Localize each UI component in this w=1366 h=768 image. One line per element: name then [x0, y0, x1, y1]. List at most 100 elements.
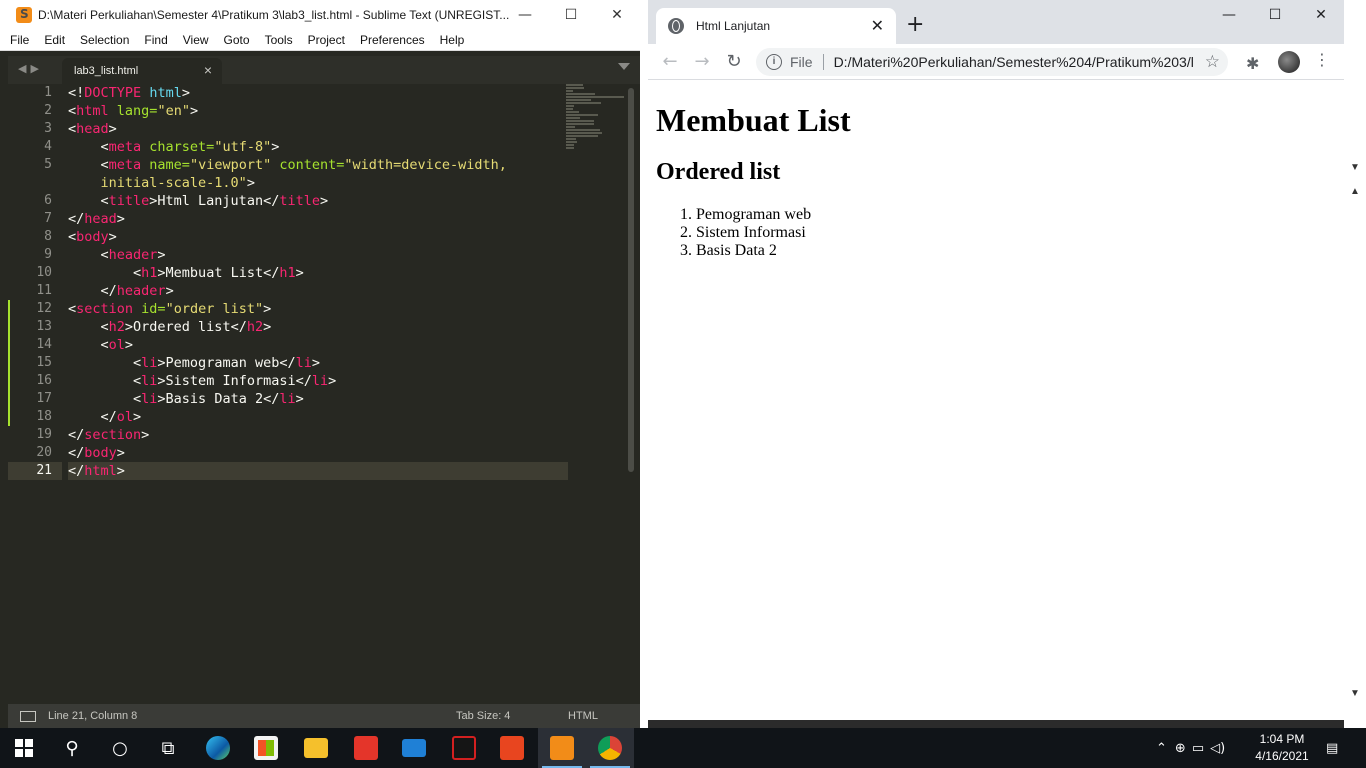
- menu-view[interactable]: View: [181, 33, 209, 47]
- info-icon[interactable]: i: [766, 54, 782, 70]
- syntax-mode[interactable]: HTML: [568, 710, 598, 722]
- clock-time: 1:04 PM: [1259, 732, 1305, 746]
- line-number: 16: [8, 372, 62, 390]
- menu-selection[interactable]: Selection: [78, 33, 129, 47]
- menu-find[interactable]: Find: [142, 33, 167, 47]
- more-menu-icon[interactable]: ⋮: [1314, 50, 1330, 69]
- page-content: Membuat List Ordered list Pemograman web…: [648, 80, 1344, 720]
- code-line: <ol>: [68, 337, 134, 353]
- sublime-text-icon: [16, 7, 32, 23]
- search-button[interactable]: ⚲: [48, 728, 96, 768]
- code-line: <html lang="en">: [68, 103, 199, 119]
- taskbar-gift-app[interactable]: [342, 728, 390, 768]
- browser-tab[interactable]: Html Lanjutan ✕: [656, 8, 896, 44]
- menu-file[interactable]: File: [8, 33, 29, 47]
- code-line: </head>: [68, 211, 125, 227]
- panel-toggle-icon[interactable]: [20, 710, 36, 722]
- line-number: 13: [8, 318, 62, 336]
- taskbar-edge[interactable]: [194, 728, 242, 768]
- taskbar-clock[interactable]: 1:04 PM 4/16/2021: [1246, 731, 1318, 765]
- volume-icon[interactable]: ◁): [1210, 741, 1225, 756]
- code-line: <title>Html Lanjutan</title>: [68, 193, 329, 209]
- minimap-line: [566, 126, 575, 128]
- code-line: </html>: [68, 462, 568, 480]
- line-number: 5: [44, 157, 52, 172]
- pdf-app-icon: [500, 736, 524, 760]
- list-item: Basis Data 2: [696, 242, 1344, 260]
- forward-arrow-icon[interactable]: →: [690, 50, 714, 74]
- tab-dropdown-icon[interactable]: [618, 63, 630, 70]
- show-hidden-icons-icon[interactable]: ⌃: [1156, 741, 1167, 756]
- tab-size[interactable]: Tab Size: 4: [456, 710, 510, 722]
- code-editor[interactable]: 1 2 3 4 5 6 7 8 9 10 11 12 13 14 15 16 1…: [8, 84, 638, 704]
- line-number: 11: [36, 283, 52, 298]
- menu-project[interactable]: Project: [306, 33, 345, 47]
- network-globe-icon[interactable]: ⊕: [1175, 741, 1186, 756]
- line-number: 6: [44, 193, 52, 208]
- url-scheme-label: File: [790, 54, 813, 70]
- action-center-button[interactable]: ▤: [1326, 728, 1338, 768]
- minimap[interactable]: [566, 84, 626, 149]
- bookmark-star-icon[interactable]: ☆: [1205, 52, 1220, 72]
- address-bar[interactable]: i File D:/Materi%20Perkuliahan/Semester%…: [756, 48, 1228, 76]
- tab-close-icon[interactable]: ✕: [871, 16, 884, 36]
- back-arrow-icon[interactable]: ←: [658, 50, 682, 74]
- taskbar-mail[interactable]: [390, 728, 438, 768]
- line-number: 17: [8, 390, 62, 408]
- profile-avatar[interactable]: [1278, 51, 1300, 73]
- line-number: [8, 174, 62, 192]
- taskbar-explorer[interactable]: [292, 728, 340, 768]
- list-item: Pemograman web: [696, 206, 1344, 224]
- sublime-text-icon: [550, 736, 574, 760]
- editor-scrollbar[interactable]: [628, 88, 634, 472]
- menu-preferences[interactable]: Preferences: [358, 33, 425, 47]
- url-text[interactable]: D:/Materi%20Perkuliahan/Semester%204/Pra…: [834, 54, 1194, 70]
- sublime-menubar: File Edit Selection Find View Goto Tools…: [0, 30, 640, 51]
- scroll-down-arrow-icon: ▼: [1350, 688, 1360, 699]
- extensions-puzzle-icon[interactable]: ✱: [1246, 54, 1259, 73]
- menu-help[interactable]: Help: [438, 33, 465, 47]
- tab-lab3-list[interactable]: lab3_list.html ×: [62, 58, 222, 84]
- cortana-button[interactable]: ○: [96, 728, 144, 768]
- page-heading: Membuat List: [656, 102, 851, 138]
- close-button[interactable]: ✕: [1298, 0, 1344, 30]
- tab-close-icon[interactable]: ×: [204, 62, 212, 78]
- minimap-line: [566, 87, 584, 89]
- battery-icon[interactable]: ▭: [1192, 741, 1204, 756]
- menu-edit[interactable]: Edit: [42, 33, 65, 47]
- taskbar-game-app[interactable]: [440, 728, 488, 768]
- task-view-button[interactable]: ⧉: [144, 728, 192, 768]
- minimize-button[interactable]: —: [1206, 0, 1252, 30]
- globe-icon: [668, 18, 684, 34]
- reload-icon[interactable]: ↻: [722, 50, 746, 74]
- minimap-line: [566, 99, 591, 101]
- new-tab-button[interactable]: +: [906, 12, 924, 37]
- minimap-line: [566, 138, 576, 140]
- taskbar-pdf-app[interactable]: [488, 728, 536, 768]
- taskbar-chrome[interactable]: [586, 728, 634, 768]
- maximize-button[interactable]: ☐: [1252, 0, 1298, 30]
- browser-tab-title: Html Lanjutan: [696, 19, 771, 33]
- code-line: </ol>: [68, 409, 142, 425]
- code-line: initial-scale-1.0">: [68, 175, 255, 191]
- line-number: 10: [36, 265, 52, 280]
- taskbar-sublime[interactable]: [538, 728, 586, 768]
- cursor-position: Line 21, Column 8: [48, 710, 138, 722]
- edge-icon: [206, 736, 230, 760]
- minimap-line: [566, 102, 601, 104]
- tab-nav-arrows-icon[interactable]: ◀▶: [18, 62, 43, 75]
- line-number: 3: [44, 121, 52, 136]
- close-button[interactable]: ✕: [594, 0, 640, 30]
- minimize-button[interactable]: —: [502, 0, 548, 30]
- menu-tools[interactable]: Tools: [263, 33, 293, 47]
- sublime-titlebar[interactable]: D:\Materi Perkuliahan\Semester 4\Pratiku…: [0, 0, 640, 30]
- background-window-right-edge: ▼ ▲ ▼: [1344, 0, 1366, 728]
- menu-goto[interactable]: Goto: [222, 33, 250, 47]
- code-line: <meta name="viewport" content="width=dev…: [68, 157, 507, 173]
- start-button[interactable]: [0, 728, 48, 768]
- line-number-gutter: 1 2 3 4 5 6 7 8 9 10 11 12 13 14 15 16 1…: [8, 84, 62, 704]
- taskbar-store[interactable]: [242, 728, 290, 768]
- chrome-tabstrip: Html Lanjutan ✕ + — ☐ ✕: [648, 0, 1344, 44]
- sublime-statusbar: Line 21, Column 8 Tab Size: 4 HTML: [8, 704, 640, 728]
- maximize-button[interactable]: ☐: [548, 0, 594, 30]
